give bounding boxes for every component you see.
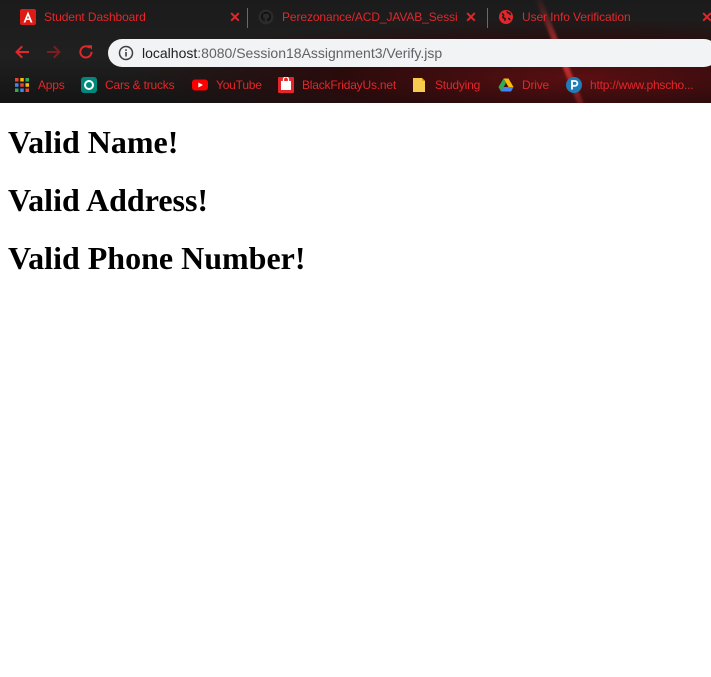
- tab-separator: [247, 8, 248, 28]
- tab-separator: [487, 8, 488, 28]
- drive-icon: [498, 78, 514, 92]
- forward-arrow-icon[interactable]: [44, 42, 64, 62]
- bookmark-phschool[interactable]: http://www.phscho...: [566, 75, 694, 95]
- tab-title: Student Dashboard: [44, 10, 146, 24]
- tab-github-repo[interactable]: Perezonance/ACD_JAVAB_Session ✕: [258, 0, 483, 34]
- valid-phone-message: Valid Phone Number!: [8, 240, 306, 276]
- close-tab-icon[interactable]: ✕: [699, 9, 711, 25]
- globe-icon: [499, 10, 513, 24]
- bookmark-label: Cars & trucks: [105, 78, 175, 92]
- bookmark-label: http://www.phscho...: [590, 78, 694, 92]
- tab-title: Perezonance/ACD_JAVAB_Session: [282, 10, 458, 24]
- bookmark-drive[interactable]: Drive: [498, 75, 549, 95]
- blackfriday-icon: [278, 77, 294, 93]
- bookmark-label: YouTube: [216, 78, 262, 92]
- bookmark-label: Studying: [435, 78, 481, 92]
- address-bar[interactable]: localhost:8080/Session18Assignment3/Veri…: [108, 39, 711, 67]
- folder-icon: [413, 78, 425, 92]
- close-tab-icon[interactable]: ✕: [463, 9, 479, 25]
- youtube-icon: [192, 79, 208, 91]
- bookmark-cars-trucks[interactable]: Cars & trucks: [81, 75, 175, 95]
- url-host: localhost: [142, 45, 198, 61]
- browser-toolbar: localhost:8080/Session18Assignment3/Veri…: [0, 34, 711, 70]
- bookmark-label: Apps: [38, 78, 65, 92]
- bookmark-label: Drive: [522, 78, 550, 92]
- valid-name-message: Valid Name!: [8, 124, 179, 160]
- bookmark-studying[interactable]: Studying: [411, 75, 480, 95]
- url-text: localhost:8080/Session18Assignment3/Veri…: [142, 45, 442, 61]
- apps-grid-icon: [15, 78, 29, 92]
- url-path: :8080/Session18Assignment3/Verify.jsp: [197, 45, 443, 61]
- back-arrow-icon[interactable]: [12, 42, 32, 62]
- browser-chrome: Student Dashboard ✕ Perezonance/ACD_JAVA…: [0, 0, 711, 103]
- bookmark-blackfriday[interactable]: BlackFridayUs.net: [278, 75, 396, 95]
- tab-title: User Info Verification: [522, 10, 631, 24]
- close-tab-icon[interactable]: ✕: [227, 9, 243, 25]
- tab-student-dashboard[interactable]: Student Dashboard ✕: [20, 0, 245, 34]
- tab-strip: Student Dashboard ✕ Perezonance/ACD_JAVA…: [0, 0, 711, 34]
- valid-address-message: Valid Address!: [8, 182, 209, 218]
- angular-icon: [20, 9, 36, 25]
- reload-icon[interactable]: [76, 42, 96, 62]
- cars-icon: [81, 77, 97, 93]
- github-icon: [258, 9, 274, 25]
- pearson-icon: [566, 77, 582, 93]
- site-info-icon[interactable]: [118, 45, 134, 61]
- tab-user-info-verification[interactable]: User Info Verification ✕: [498, 0, 711, 34]
- bookmark-apps[interactable]: Apps: [14, 75, 65, 95]
- page-content: Valid Name! Valid Address! Valid Phone N…: [8, 103, 306, 277]
- bookmark-label: BlackFridayUs.net: [302, 78, 396, 92]
- bookmarks-bar: Apps Cars & trucks YouTube BlackFridayUs…: [0, 70, 711, 100]
- bookmark-youtube[interactable]: YouTube: [192, 75, 262, 95]
